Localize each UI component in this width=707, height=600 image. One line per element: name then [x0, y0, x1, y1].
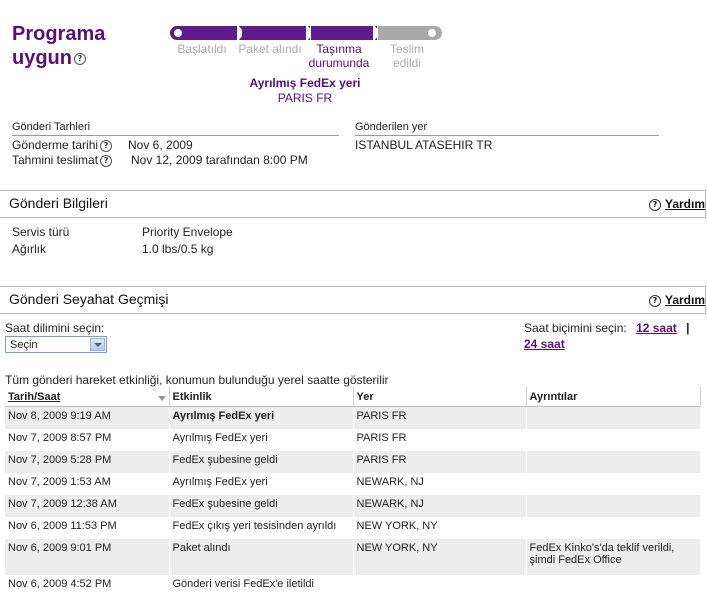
status-title-line2: uygun [12, 47, 72, 69]
status-title: Programa uygun? [12, 22, 105, 70]
cell-datetime: Nov 7, 2009 8:57 PM [5, 429, 170, 451]
weight-label: Ağırlık [12, 242, 47, 256]
destination-section-label: Gönderilen yer [355, 121, 428, 133]
cell-details: FedEx Kinko's'da teklif verildi, şimdi F… [526, 539, 701, 575]
ship-date-label-text: Gönderme tarihi [12, 138, 99, 152]
progress-bar [170, 24, 442, 42]
service-type-label: Servis türü [12, 225, 70, 239]
local-time-note: Tüm gönderi hareket etkinliği, konumun b… [5, 373, 389, 387]
cell-activity: Gönderi verisi FedEx'e iletildi [169, 575, 354, 597]
destination-value: ISTANBUL ATASEHIR TR [355, 138, 493, 152]
step-delivered-label-line2: edildi [392, 56, 422, 70]
cell-details [526, 575, 701, 597]
cell-datetime: Nov 8, 2009 9:19 AM [5, 406, 170, 429]
help-link-label: Yardım [665, 293, 706, 307]
cell-activity: FedEx şubesine geldi [169, 495, 354, 517]
cell-details [526, 406, 701, 429]
column-header-details: Ayrıntılar [526, 387, 701, 407]
cell-datetime: Nov 7, 2009 12:38 AM [5, 495, 170, 517]
progress-segment-picked-up [242, 26, 310, 40]
cell-datetime: Nov 7, 2009 5:28 PM [5, 451, 170, 473]
table-row: Nov 8, 2009 9:19 AM Ayrılmış FedEx yeri … [5, 406, 701, 429]
cell-activity: FedEx şubesine geldi [169, 451, 354, 473]
ship-date-label: Gönderme tarihi? [12, 138, 113, 152]
column-header-location: Yer [353, 387, 527, 407]
step-picked-up: Paket alındı [230, 42, 310, 56]
table-row: Nov 7, 2009 8:57 PM Ayrılmış FedEx yeri … [5, 429, 701, 451]
progress-segment-in-transit [311, 26, 377, 40]
eta-label-text: Tahmini teslimat [12, 153, 99, 167]
cell-datetime: Nov 6, 2009 4:52 PM [5, 575, 170, 597]
cell-details [526, 495, 701, 517]
chevron-down-icon[interactable] [90, 338, 105, 351]
table-row: Nov 6, 2009 9:01 PM Paket alındı NEW YOR… [5, 539, 701, 575]
cell-location: NEWARK, NJ [353, 473, 527, 495]
cell-datetime: Nov 7, 2009 1:53 AM [5, 473, 170, 495]
cell-details [526, 429, 701, 451]
cell-location [353, 575, 527, 597]
cell-location: NEW YORK, NY [353, 539, 527, 575]
ship-date-value: Nov 6, 2009 [128, 138, 193, 152]
cell-location: PARIS FR [353, 451, 527, 473]
shipment-info-help-link[interactable]: ? Yardım [649, 197, 705, 211]
travel-history-help-link[interactable]: ? Yardım [649, 293, 705, 307]
cell-location: PARIS FR [353, 429, 527, 451]
time-format-row: Saat biçimini seçin: 12 saat | [524, 321, 689, 335]
time-format-label: Saat biçimini seçin: [524, 321, 627, 335]
step-delivered: Teslim edildi [367, 42, 447, 70]
cell-datetime: Nov 6, 2009 11:53 PM [5, 517, 170, 539]
current-location: PARIS FR [277, 91, 333, 105]
eta-label: Tahmini teslimat? [12, 153, 113, 167]
shipment-info-title: Gönderi Bilgileri [9, 195, 108, 211]
time-format-separator: | [686, 321, 690, 335]
time-format-12h-link[interactable]: 12 saat [636, 321, 677, 335]
travel-history-table: Tarih/Saat Etkinlik Yer Ayrıntılar Nov 8… [5, 387, 701, 597]
help-link-label: Yardım [665, 197, 706, 211]
cell-datetime: Nov 6, 2009 9:01 PM [5, 539, 170, 575]
weight-value: 1.0 lbs/0.5 kg [142, 242, 214, 256]
column-header-datetime[interactable]: Tarih/Saat [5, 387, 170, 407]
column-header-datetime-label: Tarih/Saat [8, 390, 61, 403]
help-icon[interactable]: ? [100, 139, 113, 152]
cell-details [526, 473, 701, 495]
step-picked-up-label: Paket alındı [238, 42, 302, 56]
step-delivered-label-line1: Teslim [389, 42, 424, 56]
cell-activity: Ayrılmış FedEx yeri [169, 406, 354, 429]
timezone-select[interactable]: Seçin [5, 336, 107, 353]
time-format-24h-link[interactable]: 24 saat [524, 337, 565, 351]
dates-section-label: Gönderi Tarhleri [12, 121, 91, 133]
column-header-activity: Etkinlik [169, 387, 354, 407]
destination-divider [355, 135, 659, 136]
table-row: Nov 7, 2009 12:38 AM FedEx şubesine geld… [5, 495, 701, 517]
cell-location: NEWARK, NJ [353, 495, 527, 517]
sort-arrow-icon[interactable] [157, 395, 166, 401]
current-event: Ayrılmış FedEx yeri [249, 76, 361, 90]
table-row: Nov 6, 2009 11:53 PM FedEx çıkış yeri te… [5, 517, 701, 539]
help-icon: ? [649, 295, 661, 307]
cell-activity: Paket alındı [169, 539, 354, 575]
cell-details [526, 517, 701, 539]
cell-details [526, 451, 701, 473]
cell-activity: Ayrılmış FedEx yeri [169, 473, 354, 495]
help-icon: ? [649, 199, 661, 211]
table-row: Nov 6, 2009 4:52 PM Gönderi verisi FedEx… [5, 575, 701, 597]
help-icon[interactable]: ? [100, 154, 113, 167]
cell-activity: Ayrılmış FedEx yeri [169, 429, 354, 451]
table-header-row: Tarih/Saat Etkinlik Yer Ayrıntılar [5, 387, 701, 407]
help-icon[interactable]: ? [74, 52, 86, 65]
status-title-line1: Programa [12, 23, 106, 45]
table-row: Nov 7, 2009 1:53 AM Ayrılmış FedEx yeri … [5, 473, 701, 495]
eta-value: Nov 12, 2009 tarafından 8:00 PM [131, 153, 308, 167]
cell-activity: FedEx çıkış yeri tesisinden ayrıldı [169, 517, 354, 539]
timezone-label: Saat dilimini seçin: [5, 321, 105, 335]
service-type-value: Priority Envelope [142, 225, 233, 239]
progress-end-dot [428, 29, 436, 37]
travel-history-title: Gönderi Seyahat Geçmişi [9, 291, 169, 307]
table-row: Nov 7, 2009 5:28 PM FedEx şubesine geldi… [5, 451, 701, 473]
cell-location: PARIS FR [353, 406, 527, 429]
progress-start-dot [174, 29, 182, 37]
cell-location: NEW YORK, NY [353, 517, 527, 539]
dates-divider [12, 135, 339, 136]
timezone-selected-value: Seçin [10, 339, 38, 351]
